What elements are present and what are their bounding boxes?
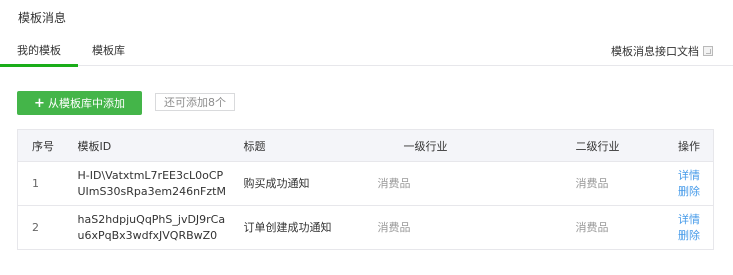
column-header-seq: 序号 — [17, 129, 64, 162]
column-header-industry1: 一级行业 — [347, 129, 504, 162]
page-title: 模板消息 — [18, 11, 67, 25]
delete-link[interactable]: 删除 — [678, 185, 700, 198]
row-actions: 详情 删除 — [656, 206, 714, 250]
row-industry1: 消费品 — [377, 176, 411, 190]
template-doc-link[interactable]: 模板消息接口文档 — [611, 43, 713, 59]
tab-active-indicator — [0, 64, 78, 67]
column-header-actions: 操作 — [655, 129, 714, 162]
row-seq: 1 — [32, 176, 39, 190]
template-table: 序号 模板ID 标题 一级行业 二级行业 操作 1 H-ID\VatxtmL7r… — [17, 129, 714, 250]
row-industry1: 消费品 — [377, 220, 411, 234]
column-header-title: 标题 — [229, 129, 348, 162]
add-from-library-label: 从模板库中添加 — [47, 97, 125, 110]
row-template-id: H-ID\VatxtmL7rEE3cL0oCPUImS30sRpa3em246n… — [77, 168, 226, 198]
row-title: 购买成功通知 — [243, 176, 310, 190]
delete-link[interactable]: 删除 — [678, 229, 700, 242]
row-industry2: 消费品 — [575, 220, 609, 234]
tab-my-templates[interactable]: 我的模板 — [17, 42, 61, 58]
row-template-id: haS2hdpjuQqPhS_jvDJ9rCau6xPqBx3wdfxJVQRB… — [77, 212, 226, 242]
row-title: 订单创建成功通知 — [243, 220, 332, 234]
tab-template-library[interactable]: 模板库 — [92, 42, 125, 58]
remaining-count-badge: 还可添加8个 — [155, 93, 235, 111]
table-row: 1 H-ID\VatxtmL7rEE3cL0oCPUImS30sRpa3em24… — [17, 162, 714, 206]
external-link-icon — [703, 46, 713, 56]
column-header-template-id: 模板ID — [63, 129, 230, 162]
details-link[interactable]: 详情 — [678, 169, 700, 182]
row-seq: 2 — [32, 220, 39, 234]
details-link[interactable]: 详情 — [678, 213, 700, 226]
table-header-row: 序号 模板ID 标题 一级行业 二级行业 操作 — [17, 129, 714, 162]
column-header-industry2: 二级行业 — [503, 129, 656, 162]
template-doc-link-label: 模板消息接口文档 — [611, 45, 699, 58]
plus-icon: + — [34, 95, 45, 111]
row-industry2: 消费品 — [575, 176, 609, 190]
tab-bar: 我的模板 模板库 模板消息接口文档 — [0, 36, 733, 67]
add-from-library-button[interactable]: + 从模板库中添加 — [17, 91, 142, 115]
table-row: 2 haS2hdpjuQqPhS_jvDJ9rCau6xPqBx3wdfxJVQ… — [17, 206, 714, 250]
row-actions: 详情 删除 — [656, 162, 714, 206]
